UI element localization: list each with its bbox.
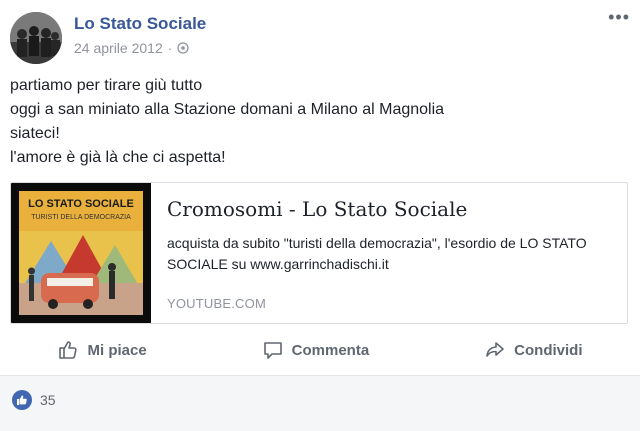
comment-button[interactable]: Commenta — [242, 333, 390, 367]
avatar[interactable] — [10, 12, 62, 64]
globe-icon[interactable] — [177, 42, 190, 54]
post-meta: 24 aprile 2012 · — [74, 40, 190, 56]
post-line: partiamo per tirare giù tutto — [10, 77, 203, 94]
post-line: oggi a san miniato alla Stazione domani … — [10, 101, 445, 118]
post-footer: 35 — [0, 375, 640, 431]
meta-separator: · — [167, 40, 173, 56]
reactions-summary[interactable]: 35 — [12, 390, 56, 410]
link-source: YOUTUBE.COM — [167, 296, 266, 311]
post-line: l'amore è già là che ci aspetta! — [10, 149, 226, 166]
link-preview-card[interactable]: LO STATO SOCIALE TURISTI DELLA DEMOCRAZI… — [10, 182, 628, 324]
post-line: siateci! — [10, 125, 60, 142]
link-card-body: Cromosomi - Lo Stato Sociale acquista da… — [151, 183, 627, 323]
link-description: acquista da subito "turisti della democr… — [167, 235, 587, 272]
link-thumbnail[interactable]: LO STATO SOCIALE TURISTI DELLA DEMOCRAZI… — [11, 183, 151, 323]
album-cover-image: LO STATO SOCIALE TURISTI DELLA DEMOCRAZI… — [19, 191, 143, 315]
reaction-count: 35 — [40, 392, 56, 408]
share-label: Condividi — [514, 341, 583, 359]
author-name[interactable]: Lo Stato Sociale — [74, 14, 206, 34]
comment-label: Commenta — [291, 341, 370, 359]
share-button[interactable]: Condividi — [464, 333, 602, 367]
thumbs-up-icon — [59, 341, 78, 359]
share-icon — [486, 342, 504, 357]
avatar-photo — [10, 12, 62, 64]
like-reaction-icon — [12, 390, 32, 410]
comment-icon — [263, 342, 282, 359]
post-actions: Mi piace Commenta Condividi — [0, 330, 640, 370]
cover-title: LO STATO SOCIALE — [28, 198, 134, 210]
like-label: Mi piace — [87, 341, 147, 359]
post-text: partiamo per tirare giù tutto oggi a san… — [10, 74, 444, 170]
facebook-post: Lo Stato Sociale 24 aprile 2012 · ••• pa… — [0, 0, 640, 431]
link-title[interactable]: Cromosomi - Lo Stato Sociale — [167, 197, 613, 221]
like-button[interactable]: Mi piace — [37, 333, 166, 367]
post-date[interactable]: 24 aprile 2012 — [74, 40, 163, 56]
more-options-icon[interactable]: ••• — [608, 8, 630, 26]
cover-subtitle: TURISTI DELLA DEMOCRAZIA — [31, 214, 131, 221]
